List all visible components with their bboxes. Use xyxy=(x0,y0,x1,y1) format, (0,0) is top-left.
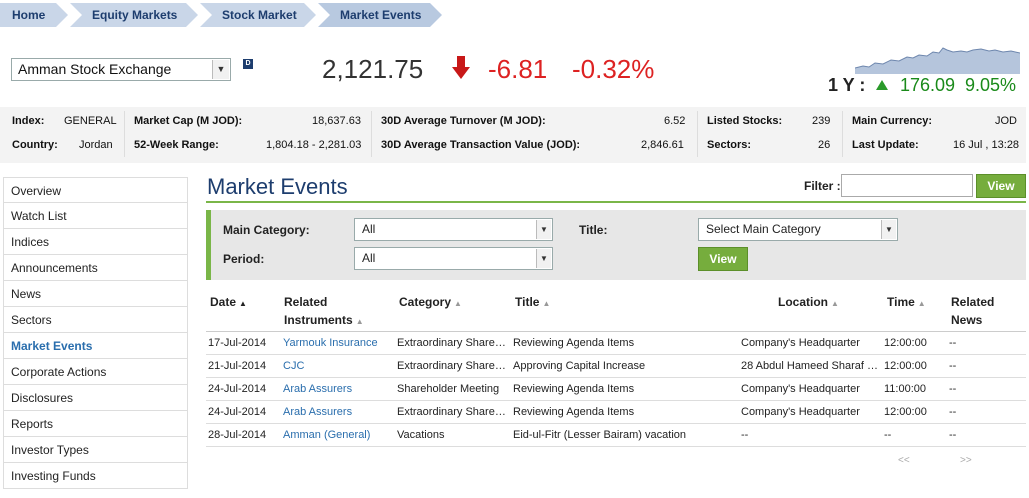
column-header-related-instruments[interactable]: Related Instruments ▲ xyxy=(284,293,364,331)
instrument-link[interactable]: Amman (General) xyxy=(283,424,370,447)
sidebar-item-announcements[interactable]: Announcements xyxy=(3,255,188,281)
page-title: Market Events xyxy=(207,174,348,199)
week-range-label: 52-Week Range: xyxy=(134,139,219,151)
sort-up-icon: ▲ xyxy=(239,299,247,308)
sort-icon: ▲ xyxy=(831,299,839,308)
sidebar-nav: Overview Watch List Indices Announcement… xyxy=(3,177,188,489)
sidebar-item-overview[interactable]: Overview xyxy=(3,177,188,203)
main-currency-value: JOD xyxy=(995,115,1017,127)
index-label: Index: xyxy=(12,115,45,127)
sort-icon: ▲ xyxy=(542,299,551,308)
sort-icon: ▲ xyxy=(917,299,926,308)
column-header-date[interactable]: Date ▲ xyxy=(210,293,247,313)
country-label: Country: xyxy=(12,139,58,151)
index-change-pct: -0.32% xyxy=(572,54,655,84)
sidebar-item-watch-list[interactable]: Watch List xyxy=(3,203,188,229)
listed-stocks-label: Listed Stocks: xyxy=(707,115,783,127)
column-header-time[interactable]: Time ▲ xyxy=(887,293,926,313)
divider xyxy=(697,111,698,157)
week-range-value: 1,804.18 - 2,281.03 xyxy=(266,139,362,151)
table-row: 21-Jul-2014 CJC Extraordinary Share… App… xyxy=(206,355,1026,378)
sectors-value: 26 xyxy=(818,139,831,151)
column-header-title[interactable]: Title ▲ xyxy=(515,293,550,313)
chevron-down-icon: ▼ xyxy=(536,220,551,239)
filter-input[interactable] xyxy=(841,174,973,197)
sidebar-item-corporate-actions[interactable]: Corporate Actions xyxy=(3,359,188,385)
column-header-category[interactable]: Category ▲ xyxy=(399,293,462,313)
exchange-select-value: Amman Stock Exchange xyxy=(18,61,172,77)
chevron-down-icon: ▼ xyxy=(212,60,229,79)
breadcrumb-stock-market[interactable]: Stock Market xyxy=(200,3,316,27)
period-select[interactable]: All ▼ xyxy=(354,247,553,270)
sidebar-item-news[interactable]: News xyxy=(3,281,188,307)
filter-label: Filter : xyxy=(804,179,841,193)
last-update-value: 16 Jul , 13:28 xyxy=(953,139,1020,151)
column-header-location[interactable]: Location ▲ xyxy=(778,293,839,313)
main-category-select[interactable]: All ▼ xyxy=(354,218,553,241)
year-change-pct: 9.05% xyxy=(965,75,1017,95)
sparkline-chart xyxy=(855,47,1020,74)
filter-panel xyxy=(206,210,1026,280)
year-change: 176.09 xyxy=(900,75,956,95)
country-value: Jordan xyxy=(79,139,113,151)
table-row: 28-Jul-2014 Amman (General) Vacations Ei… xyxy=(206,424,1026,447)
exchange-select[interactable]: Amman Stock Exchange ▼ xyxy=(11,58,231,81)
avg-turnover-label: 30D Average Turnover (M JOD): xyxy=(381,115,546,127)
listed-stocks-value: 239 xyxy=(812,115,831,127)
breadcrumb-home[interactable]: Home xyxy=(0,3,68,27)
divider xyxy=(206,201,1026,203)
sort-icon: ▲ xyxy=(355,317,364,326)
sort-icon: ▲ xyxy=(454,299,462,308)
filter-view-button[interactable]: View xyxy=(976,174,1026,198)
pager-next[interactable]: >> xyxy=(960,455,972,466)
market-cap-value: 18,637.63 xyxy=(312,115,361,127)
divider xyxy=(371,111,372,157)
sidebar-item-disclosures[interactable]: Disclosures xyxy=(3,385,188,411)
panel-view-button[interactable]: View xyxy=(698,247,748,271)
breadcrumb: Home Equity Markets Stock Market Market … xyxy=(0,3,444,27)
year-label: 1 Y : xyxy=(828,75,866,95)
instrument-link[interactable]: Arab Assurers xyxy=(283,378,352,401)
up-triangle-icon xyxy=(876,80,888,90)
sidebar-item-indices[interactable]: Indices xyxy=(3,229,188,255)
main-category-label: Main Category: xyxy=(223,223,310,237)
title-select[interactable]: Select Main Category ▼ xyxy=(698,218,898,241)
avg-turnover-value: 6.52 xyxy=(664,115,686,127)
sidebar-item-sectors[interactable]: Sectors xyxy=(3,307,188,333)
sidebar-item-investing-funds[interactable]: Investing Funds xyxy=(3,463,188,489)
sectors-label: Sectors: xyxy=(707,139,752,151)
divider xyxy=(124,111,125,157)
table-row: 24-Jul-2014 Arab Assurers Extraordinary … xyxy=(206,401,1026,424)
column-header-related-news: Related News xyxy=(951,295,995,327)
avg-transaction-value: 2,846.61 xyxy=(641,139,684,151)
sidebar-item-reports[interactable]: Reports xyxy=(3,411,188,437)
sidebar-item-investor-types[interactable]: Investor Types xyxy=(3,437,188,463)
table-row: 24-Jul-2014 Arab Assurers Shareholder Me… xyxy=(206,378,1026,401)
sidebar-item-market-events[interactable]: Market Events xyxy=(3,333,188,359)
title-label: Title: xyxy=(579,223,608,237)
avg-transaction-label: 30D Average Transaction Value (JOD): xyxy=(381,139,581,151)
delayed-badge: D xyxy=(243,59,253,69)
breadcrumb-equity-markets[interactable]: Equity Markets xyxy=(70,3,198,27)
pager-prev[interactable]: << xyxy=(898,455,910,466)
instrument-link[interactable]: Yarmouk Insurance xyxy=(283,332,378,355)
down-arrow-icon xyxy=(452,56,470,79)
divider xyxy=(842,111,843,157)
period-label: Period: xyxy=(223,252,265,266)
main-currency-label: Main Currency: xyxy=(852,115,933,127)
index-name: GENERAL xyxy=(64,115,117,127)
table-row: 17-Jul-2014 Yarmouk Insurance Extraordin… xyxy=(206,332,1026,355)
chevron-down-icon: ▼ xyxy=(881,220,896,239)
breadcrumb-market-events: Market Events xyxy=(318,3,442,27)
instrument-link[interactable]: Arab Assurers xyxy=(283,401,352,424)
chevron-down-icon: ▼ xyxy=(536,249,551,268)
index-change: -6.81 xyxy=(488,54,548,84)
index-value: 2,121.75 xyxy=(322,54,424,84)
instrument-link[interactable]: CJC xyxy=(283,355,304,378)
market-cap-label: Market Cap (M JOD): xyxy=(134,115,243,127)
last-update-label: Last Update: xyxy=(852,139,919,151)
